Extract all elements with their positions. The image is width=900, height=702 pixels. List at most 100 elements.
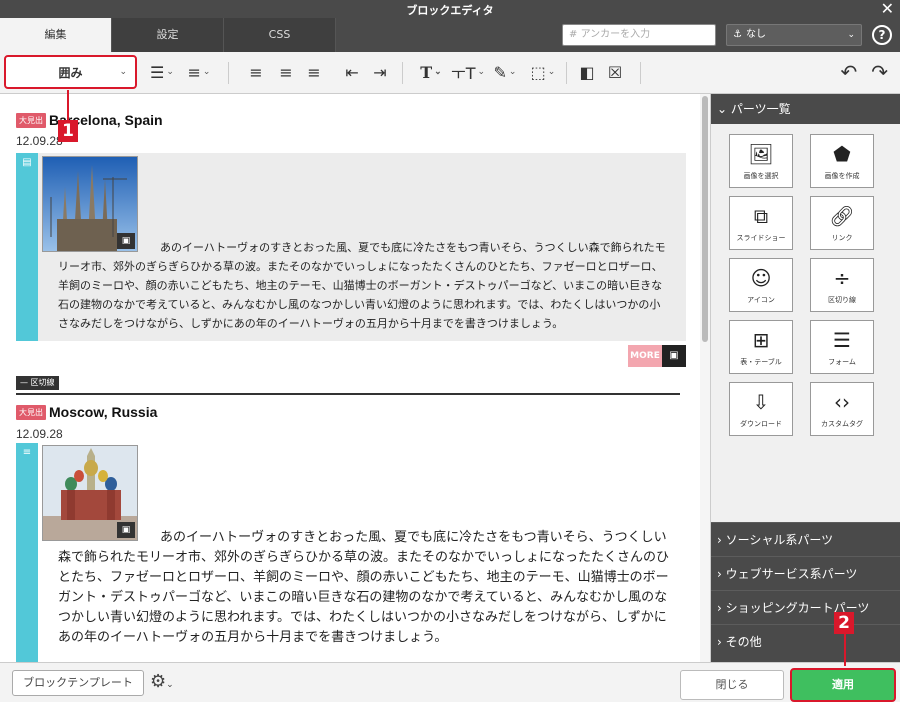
- line-height-icon[interactable]: ≡ ⌄: [182, 60, 216, 84]
- table-icon: ⊞: [752, 327, 770, 352]
- font-size-icon[interactable]: ㅜT ⌄: [450, 60, 486, 84]
- part-label: フォーム: [828, 357, 856, 366]
- window-title: ブロックエディタ: [406, 4, 494, 17]
- chevron-down-icon: ⌄: [119, 67, 127, 77]
- undo-icon[interactable]: ↶: [840, 60, 857, 84]
- form-icon: ☰: [833, 327, 851, 352]
- align-center-icon[interactable]: ≡: [274, 60, 298, 84]
- redo-icon[interactable]: ↷: [871, 60, 888, 84]
- anchor-select[interactable]: ⚓ なし ⌄: [726, 24, 862, 46]
- title-bar: ブロックエディタ ✕ 編集 設定 CSS # アンカーを入力 ⚓ なし ⌄ ?: [0, 0, 900, 52]
- gear-icon[interactable]: ⚙⌄: [150, 671, 174, 692]
- bullet-list-icon[interactable]: ☰ ⌄: [146, 60, 178, 84]
- clear-format-icon[interactable]: ☒: [604, 60, 626, 84]
- enclosed-block[interactable]: ▤ ▣ あのイーハトーヴォのすきとおった風、夏でも底に冷たさをもつ青いそら、うつ…: [16, 153, 686, 341]
- article-paragraph[interactable]: あのイーハトーヴォのすきとおった風、夏でも底に冷たさをもつ青いそら、うつくしい森…: [58, 238, 668, 333]
- part-slideshow[interactable]: ⧉ スライドショー: [729, 196, 793, 250]
- paragraph-text: あのイーハトーヴォのすきとおった風、夏でも底に冷たさをもつ青いそら、うつくしい森…: [58, 241, 666, 330]
- category-social[interactable]: › ソーシャル系パーツ: [711, 522, 900, 556]
- tab-edit[interactable]: 編集: [0, 18, 112, 52]
- block-type-value: 囲み: [58, 65, 83, 80]
- chevron-down-icon: ⌄: [847, 30, 855, 40]
- separator: [228, 62, 229, 84]
- font-icon[interactable]: T ⌄: [414, 60, 448, 84]
- format-toolbar: 囲み ⌄ ☰ ⌄ ≡ ⌄ ≡ ≡ ≡ ⇤ ⇥ T ⌄ ㅜT ⌄ ✎ ⌄ ⬚ ⌄ ◧ ☒ ↶ …: [0, 52, 900, 94]
- part-label: リンク: [831, 233, 853, 242]
- part-label: アイコン: [747, 295, 775, 304]
- part-divider[interactable]: ÷ 区切り線: [810, 258, 874, 312]
- part-image-select[interactable]: 🖼︎ 画像を選択: [729, 134, 793, 188]
- color-picker-icon[interactable]: ✎ ⌄: [488, 60, 522, 84]
- part-icon[interactable]: ☺ アイコン: [729, 258, 793, 312]
- slideshow-icon: ⧉: [753, 203, 769, 228]
- paragraph-icon: ≡: [22, 447, 32, 458]
- part-label: 画像を選択: [743, 171, 779, 180]
- heading-badge: 大見出: [16, 404, 46, 420]
- apply-button[interactable]: 適用: [790, 668, 896, 702]
- close-button[interactable]: 閉じる: [680, 670, 784, 700]
- part-image-create[interactable]: ⬟ 画像を作成: [810, 134, 874, 188]
- category-web-service[interactable]: › ウェブサービス系パーツ: [711, 556, 900, 590]
- outdent-icon[interactable]: ⇤: [340, 60, 364, 84]
- article-paragraph[interactable]: あのイーハトーヴォのすきとおった風、夏でも底に冷たさをもつ青いそら、うつくしい森…: [58, 528, 670, 648]
- paragraph-text: あのイーハトーヴォのすきとおった風、夏でも底に冷たさをもつ青いそら、うつくしい森…: [58, 530, 670, 645]
- divider-icon: ÷: [833, 265, 851, 290]
- heading-2[interactable]: 大見出 Moscow, Russia: [16, 404, 157, 420]
- footer-bar: ブロックテンプレート ⚙⌄ 閉じる 適用: [0, 662, 900, 702]
- scrollbar-thumb[interactable]: [702, 96, 708, 342]
- part-label: カスタムタグ: [821, 419, 863, 428]
- smiley-icon: ☺: [750, 265, 772, 290]
- part-form[interactable]: ☰ フォーム: [810, 320, 874, 374]
- image-icon: 🖼︎: [748, 141, 774, 166]
- indent-icon[interactable]: ⇥: [368, 60, 392, 84]
- callout-line-1: [67, 90, 69, 122]
- shapes-icon: ⬟: [833, 141, 851, 166]
- part-label: 区切り線: [828, 295, 856, 304]
- tab-css[interactable]: CSS: [224, 18, 336, 52]
- part-label: 表・テーブル: [740, 357, 782, 366]
- link-icon: 🔗︎: [829, 203, 855, 228]
- align-left-icon[interactable]: ≡: [244, 60, 268, 84]
- heading-1[interactable]: 大見出 Barcelona, Spain: [16, 112, 163, 128]
- block-indicator: ▤: [16, 153, 38, 341]
- border-icon[interactable]: ⬚ ⌄: [524, 60, 562, 84]
- text-block[interactable]: ≡ ▣ あのイーハトーヴォのすきとおった風、夏でも底に冷たさをもつ青いそら、うつ…: [16, 443, 686, 662]
- tab-bar: 編集 設定 CSS: [0, 18, 336, 52]
- part-label: ダウンロード: [740, 419, 782, 428]
- block-type-select[interactable]: 囲み ⌄: [4, 55, 137, 89]
- category-other[interactable]: › その他: [711, 624, 900, 662]
- heading-badge: 大見出: [16, 112, 46, 128]
- download-icon: ⇩: [752, 389, 770, 414]
- image-icon: ▣: [662, 345, 686, 367]
- anchor-icon: ⚓: [733, 29, 742, 40]
- divider-line[interactable]: [16, 393, 680, 395]
- part-table[interactable]: ⊞ 表・テーブル: [729, 320, 793, 374]
- block-indicator: ≡: [16, 443, 38, 662]
- separator: [566, 62, 567, 84]
- align-right-icon[interactable]: ≡: [302, 60, 326, 84]
- help-button[interactable]: ?: [872, 25, 892, 45]
- category-shopping-cart[interactable]: › ショッピングカートパーツ: [711, 590, 900, 624]
- callout-marker-1: 1: [58, 120, 78, 142]
- block-template-button[interactable]: ブロックテンプレート: [12, 670, 144, 696]
- column-icon[interactable]: ◧: [576, 60, 598, 84]
- moscow-photo[interactable]: ▣: [42, 445, 138, 541]
- separator: [402, 62, 403, 84]
- parts-panel-header[interactable]: ⌄ パーツ一覧: [711, 94, 900, 124]
- callout-marker-2: 2: [834, 612, 854, 634]
- close-icon[interactable]: ✕: [881, 0, 894, 18]
- part-label: 画像を作成: [824, 171, 860, 180]
- part-label: スライドショー: [736, 233, 786, 242]
- part-custom-tag[interactable]: ‹› カスタムタグ: [810, 382, 874, 436]
- more-tag[interactable]: MORE ▣: [628, 345, 686, 367]
- parts-panel: ⌄ パーツ一覧 🖼︎ 画像を選択 ⬟ 画像を作成 ⧉ スライドショー 🔗︎ リン…: [710, 94, 900, 662]
- part-download[interactable]: ⇩ ダウンロード: [729, 382, 793, 436]
- date-text: 12.09.28: [16, 427, 63, 441]
- anchor-select-value: なし: [745, 29, 766, 40]
- part-link[interactable]: 🔗︎ リンク: [810, 196, 874, 250]
- anchor-input[interactable]: # アンカーを入力: [562, 24, 716, 46]
- date-text: 12.09.28: [16, 134, 63, 148]
- tab-settings[interactable]: 設定: [112, 18, 224, 52]
- callout-line-2: [844, 632, 846, 666]
- editor-area[interactable]: 大見出 Barcelona, Spain 12.09.28 ▤ ▣ あのイーハト…: [0, 94, 700, 662]
